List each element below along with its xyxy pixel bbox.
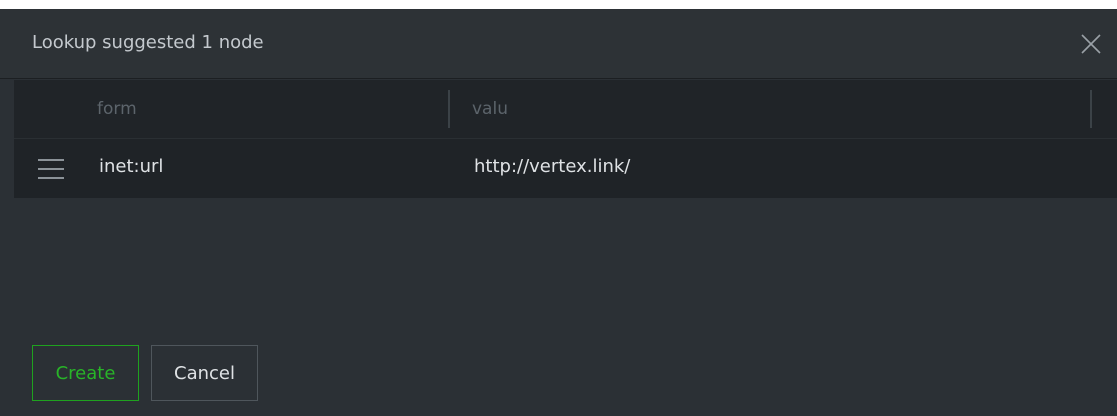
drag-handle-icon[interactable] bbox=[38, 159, 64, 179]
column-resize-handle[interactable] bbox=[1090, 90, 1092, 128]
lookup-dialog: Lookup suggested 1 node form valu inet:u… bbox=[0, 9, 1117, 416]
dialog-title: Lookup suggested 1 node bbox=[32, 32, 264, 53]
results-grid: form valu inet:url http://vertex.link/ bbox=[14, 80, 1117, 198]
grid-header: form valu bbox=[14, 80, 1117, 138]
table-row[interactable]: inet:url http://vertex.link/ bbox=[14, 138, 1117, 198]
close-icon[interactable] bbox=[1080, 33, 1102, 55]
cell-valu: http://vertex.link/ bbox=[474, 156, 631, 177]
create-button[interactable]: Create bbox=[32, 345, 139, 401]
cancel-button[interactable]: Cancel bbox=[151, 345, 258, 401]
column-resize-handle[interactable] bbox=[448, 90, 450, 128]
dialog-header: Lookup suggested 1 node bbox=[0, 9, 1117, 79]
column-header-valu[interactable]: valu bbox=[472, 99, 508, 119]
column-header-form[interactable]: form bbox=[97, 99, 137, 119]
cell-form: inet:url bbox=[99, 156, 164, 177]
